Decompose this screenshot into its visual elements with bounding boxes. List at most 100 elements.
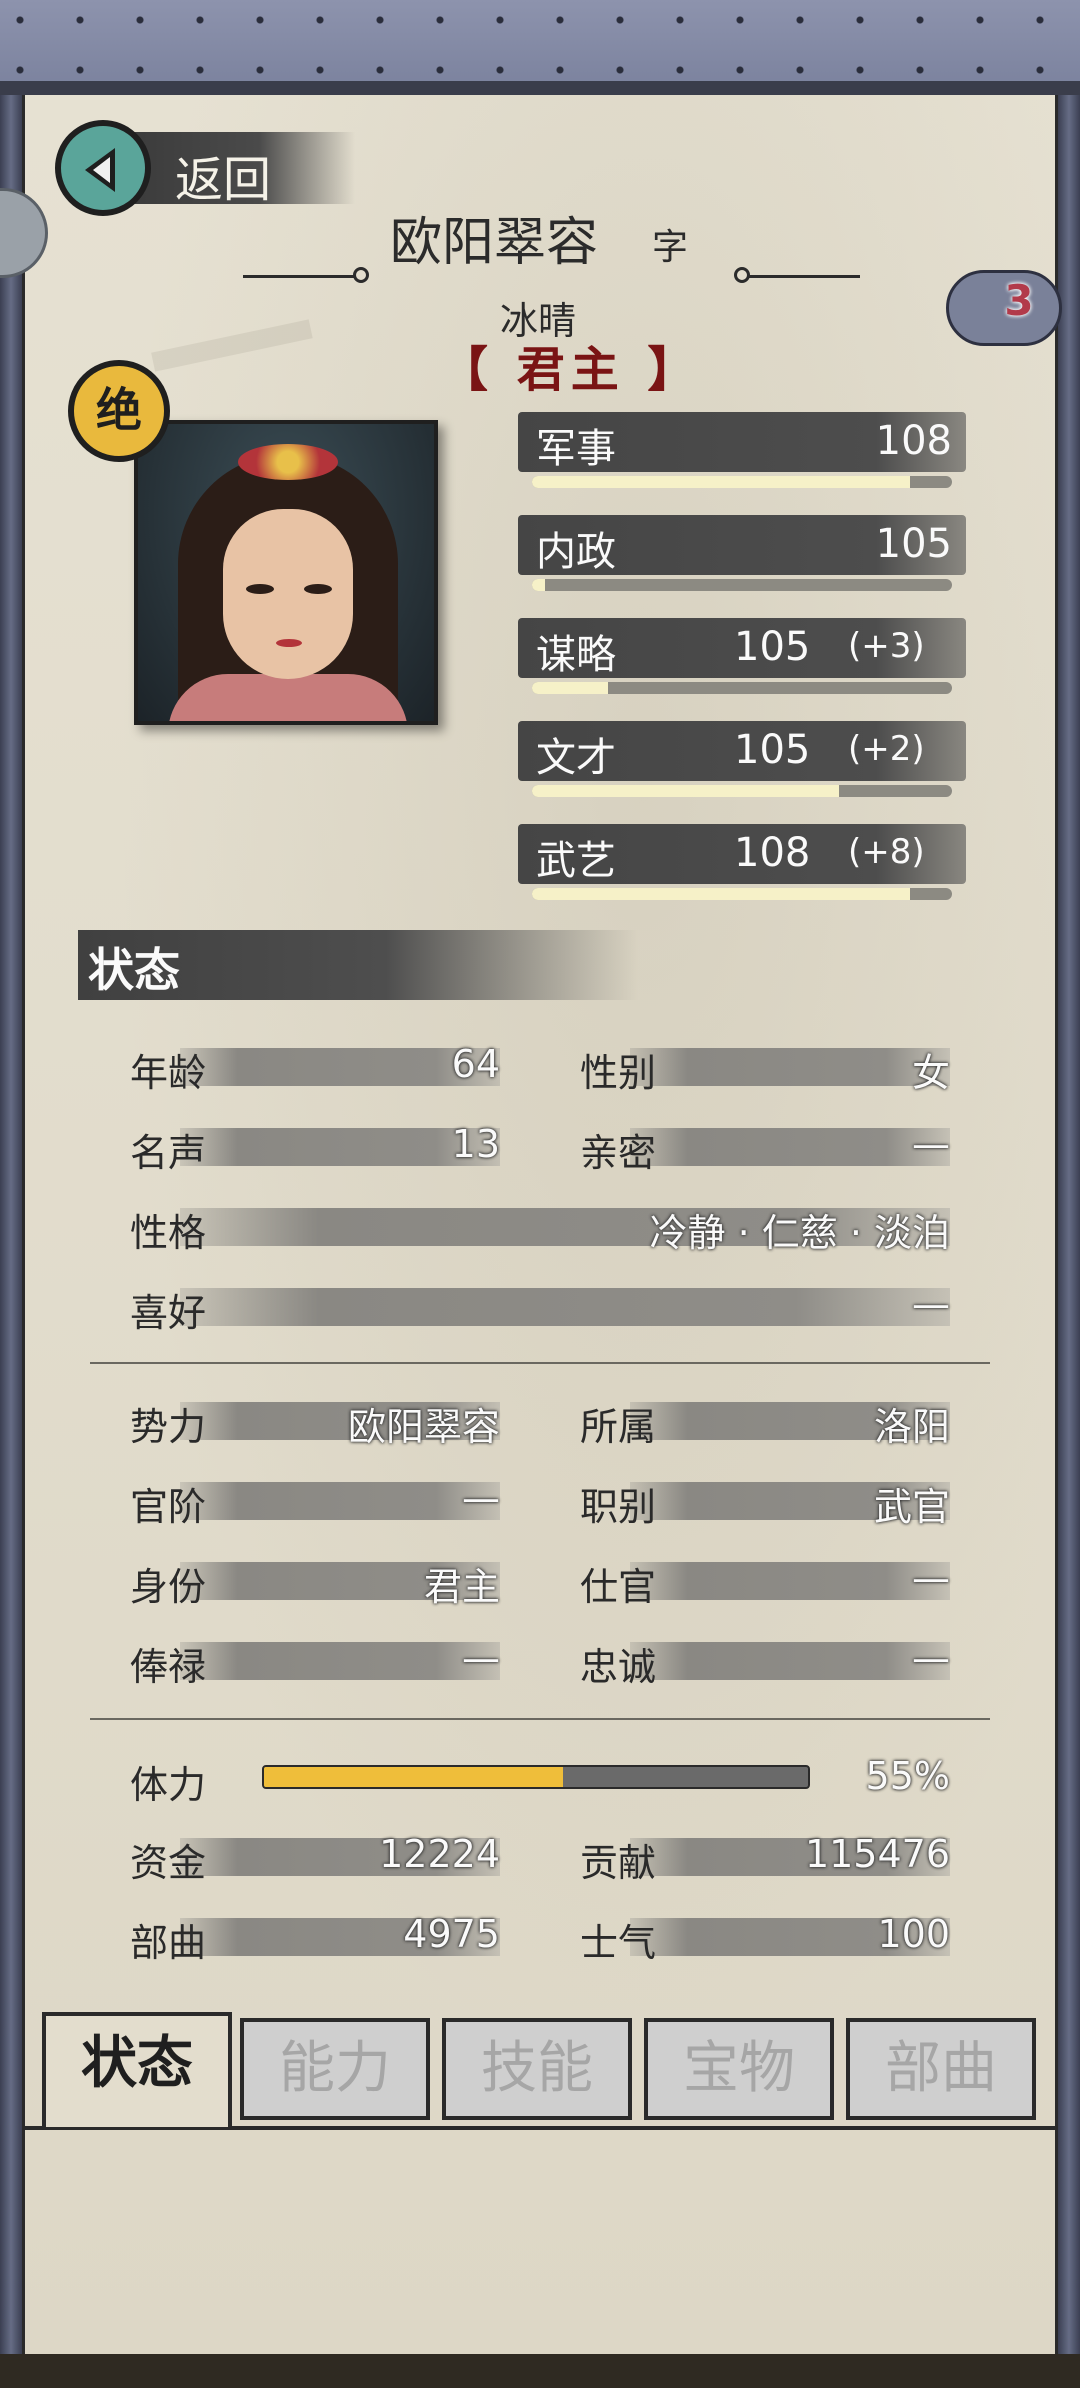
info-value: 欧阳翠容: [347, 1405, 500, 1449]
info-hobby: 喜好 —: [130, 1282, 950, 1335]
stat-row: 谋略 105 (+3): [518, 614, 966, 702]
info-label: 官阶: [130, 1485, 207, 1529]
stat-label: 文才: [536, 735, 616, 781]
info-salary: 俸禄 —: [130, 1636, 500, 1689]
info-value: —: [462, 1476, 500, 1520]
info-value: 女: [911, 1051, 950, 1095]
stat-bar: [532, 579, 952, 591]
stat-bar: [532, 785, 952, 797]
stat-bonus: (+8): [848, 832, 925, 872]
stat-row: 文才 105 (+2): [518, 717, 966, 805]
info-label: 所属: [580, 1405, 657, 1449]
info-label: 名声: [130, 1131, 207, 1175]
info-value: 64: [451, 1042, 500, 1086]
stat-bar: [532, 888, 952, 900]
divider: [90, 1718, 990, 1720]
character-portrait[interactable]: [134, 420, 438, 725]
info-label: 体力: [130, 1763, 207, 1807]
stat-bonus: (+2): [848, 729, 925, 769]
back-arrow-icon[interactable]: [55, 120, 151, 216]
stat-value: 108: [734, 830, 811, 876]
info-value: 君主: [423, 1565, 500, 1609]
info-label: 忠诚: [580, 1645, 657, 1689]
tab-status[interactable]: 状态: [42, 2012, 232, 2127]
info-rank: 官阶 —: [130, 1476, 500, 1529]
info-morale: 士气 100: [580, 1912, 950, 1965]
top-border: [0, 0, 1080, 95]
stat-value: 105: [734, 624, 811, 670]
stat-label: 谋略: [536, 632, 616, 678]
info-personality: 性格 冷静 · 仁慈 · 淡泊: [130, 1202, 950, 1255]
info-value: —: [912, 1556, 950, 1600]
info-value: 100: [877, 1912, 950, 1956]
info-value: —: [462, 1636, 500, 1680]
tab-troops[interactable]: 部曲: [846, 2018, 1036, 2120]
back-button[interactable]: 返回: [55, 118, 355, 218]
divider: [90, 1362, 990, 1364]
info-label: 喜好: [130, 1291, 207, 1335]
info-location: 所属 洛阳: [580, 1396, 950, 1449]
stat-bonus: (+3): [848, 626, 925, 666]
stat-row: 武艺 108 (+8): [518, 820, 966, 908]
info-label: 势力: [130, 1405, 207, 1449]
info-value: 13: [451, 1122, 500, 1166]
info-value: 冷静 · 仁慈 · 淡泊: [649, 1211, 950, 1255]
stat-row: 军事 108: [518, 408, 966, 496]
info-faction: 势力 欧阳翠容: [130, 1396, 500, 1449]
info-label: 仕官: [580, 1565, 657, 1609]
info-label: 性别: [580, 1051, 657, 1095]
info-intimacy: 亲密 —: [580, 1122, 950, 1175]
info-label: 部曲: [130, 1921, 207, 1965]
info-label: 俸禄: [130, 1645, 207, 1689]
info-value: —: [912, 1122, 950, 1166]
info-gender: 性别 女: [580, 1042, 950, 1095]
section-title: 状态: [88, 943, 180, 997]
info-office: 仕官 —: [580, 1556, 950, 1609]
info-label: 年龄: [130, 1051, 207, 1095]
info-label: 性格: [130, 1211, 207, 1255]
info-label: 资金: [130, 1841, 207, 1885]
info-value: 武官: [873, 1485, 950, 1529]
info-fame: 名声 13: [130, 1122, 500, 1175]
stat-row: 内政 105: [518, 511, 966, 599]
stat-value: 105: [875, 521, 952, 567]
info-value: —: [912, 1636, 950, 1680]
left-frame: [0, 95, 22, 2355]
stat-label: 军事: [536, 426, 616, 472]
stamina-bar: [262, 1765, 810, 1789]
info-funds: 资金 12224: [130, 1832, 500, 1885]
right-frame: [1058, 95, 1080, 2355]
ornament-left-icon: [243, 267, 369, 283]
character-name: 欧阳翠容: [390, 213, 599, 273]
info-position: 职别 武官: [580, 1476, 950, 1529]
rank-badge: 绝: [68, 360, 170, 462]
info-value: 12224: [379, 1832, 500, 1876]
stat-label: 内政: [536, 529, 616, 575]
tab-treasure[interactable]: 宝物: [644, 2018, 834, 2120]
info-label: 身份: [130, 1565, 207, 1609]
info-label: 职别: [580, 1485, 657, 1529]
info-value: —: [912, 1282, 950, 1326]
info-age: 年龄 64: [130, 1042, 500, 1095]
info-value: 洛阳: [873, 1405, 950, 1449]
stat-bar: [532, 476, 952, 488]
info-contribution: 贡献 115476: [580, 1832, 950, 1885]
info-loyalty: 忠诚 —: [580, 1636, 950, 1689]
tab-skills[interactable]: 技能: [442, 2018, 632, 2120]
info-label: 士气: [580, 1921, 657, 1965]
info-label: 亲密: [580, 1131, 657, 1175]
bottom-bar: [0, 2354, 1080, 2388]
info-troops: 部曲 4975: [130, 1912, 500, 1965]
stat-bar: [532, 682, 952, 694]
info-value: 55%: [865, 1754, 950, 1798]
info-value: 4975: [403, 1912, 500, 1956]
info-value: 115476: [804, 1832, 950, 1876]
zi-label: 字: [652, 227, 689, 268]
back-label: 返回: [175, 152, 272, 208]
character-title: 【 君主 】: [440, 342, 702, 398]
tab-ability[interactable]: 能力: [240, 2018, 430, 2120]
info-identity: 身份 君主: [130, 1556, 500, 1609]
stat-value: 108: [875, 418, 952, 464]
ornament-right-icon: [734, 267, 860, 283]
stat-label: 武艺: [536, 838, 616, 884]
